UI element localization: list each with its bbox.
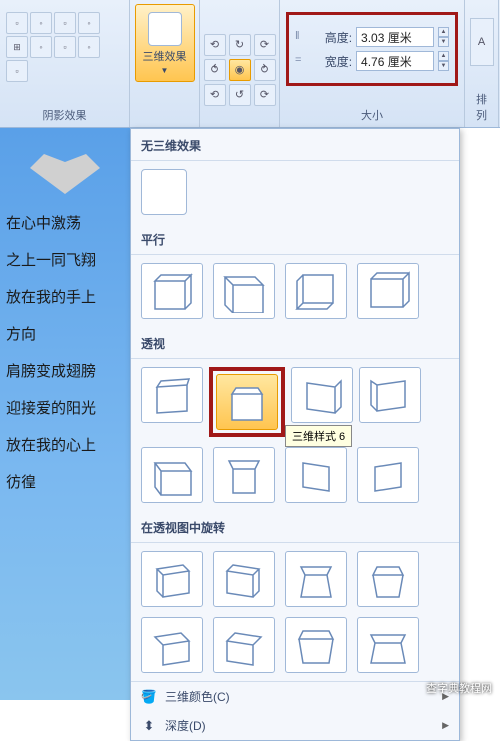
depth-icon: ⬍ bbox=[141, 718, 157, 734]
shadow-btn[interactable]: ◦ bbox=[78, 12, 100, 34]
height-icon: ‖ bbox=[295, 30, 308, 44]
rotate-thumb[interactable] bbox=[141, 551, 203, 607]
heart-shape[interactable] bbox=[30, 154, 100, 194]
shadow-btn[interactable]: ▫ bbox=[54, 36, 76, 58]
rotate-thumb[interactable] bbox=[285, 617, 347, 673]
text-button[interactable]: A bbox=[470, 18, 494, 66]
three-d-label: 三维效果 bbox=[143, 48, 187, 64]
tilt-up-button[interactable]: ⟲ bbox=[204, 34, 226, 56]
section-rotate-persp: 在透视图中旋转 bbox=[131, 511, 459, 543]
group-label: 排列 bbox=[471, 87, 492, 123]
width-icon: = bbox=[295, 54, 308, 68]
thumb-tooltip: 三维样式 6 bbox=[285, 425, 352, 447]
lyric-line: 放在我的心上 bbox=[6, 434, 124, 455]
shadow-buttons: ▫ ◦ ▫ ◦ ⊞ ◦ ▫ ◦ ▫ bbox=[6, 4, 106, 82]
menu-label: 深度(D) bbox=[165, 717, 206, 734]
perspective-highlight-box: 三维样式 6 bbox=[209, 367, 285, 437]
perspective-thumb[interactable] bbox=[141, 447, 203, 503]
tilt-left-button[interactable]: ⥀ bbox=[204, 59, 226, 81]
rotate-grid-2 bbox=[141, 617, 449, 673]
cube-icon bbox=[148, 12, 182, 46]
color-bucket-icon: 🪣 bbox=[141, 689, 157, 705]
shadow-btn[interactable]: ◦ bbox=[30, 36, 52, 58]
perspective-thumb[interactable] bbox=[213, 447, 275, 503]
height-input[interactable] bbox=[356, 27, 434, 47]
three-d-dropdown: 无三维效果 平行 透视 三维样式 6 bbox=[130, 128, 460, 741]
shadow-btn[interactable]: ◦ bbox=[78, 36, 100, 58]
tilt-center-button[interactable]: ◉ bbox=[229, 59, 251, 81]
lyric-line: 方向 bbox=[6, 323, 124, 344]
section-perspective: 透视 bbox=[131, 327, 459, 359]
parallel-thumb[interactable] bbox=[141, 263, 203, 319]
section-parallel: 平行 bbox=[131, 223, 459, 255]
perspective-thumb[interactable] bbox=[359, 367, 421, 423]
perspective-thumb[interactable] bbox=[141, 367, 203, 423]
height-label: 高度: bbox=[312, 29, 352, 46]
lyric-line: 迎接爱的阳光 bbox=[6, 397, 124, 418]
lyric-line: 肩膀变成翅膀 bbox=[6, 360, 124, 381]
width-input[interactable] bbox=[356, 51, 434, 71]
no-3d-thumb[interactable] bbox=[141, 169, 187, 215]
width-spinner[interactable]: ▲▼ bbox=[438, 51, 449, 71]
lyric-line: 之上一同飞翔 bbox=[6, 249, 124, 270]
width-label: 宽度: bbox=[312, 53, 352, 70]
rotate-thumb[interactable] bbox=[357, 551, 419, 607]
shadow-btn[interactable]: ◦ bbox=[30, 12, 52, 34]
chevron-down-icon: ▼ bbox=[161, 66, 169, 75]
three-d-group: 三维效果 ▼ bbox=[130, 0, 200, 127]
group-label: 阴影效果 bbox=[6, 103, 123, 123]
perspective-thumb[interactable] bbox=[285, 447, 347, 503]
parallel-thumb[interactable] bbox=[357, 263, 419, 319]
shadow-btn[interactable]: ▫ bbox=[6, 12, 28, 34]
perspective-row-2 bbox=[141, 447, 449, 503]
parallel-thumb[interactable] bbox=[285, 263, 347, 319]
group-label: 大小 bbox=[286, 103, 458, 123]
watermark: 查字典教程网 bbox=[426, 680, 492, 696]
tilt-button[interactable]: ↻ bbox=[229, 34, 251, 56]
parallel-grid bbox=[141, 263, 449, 319]
lyric-line: 放在我的手上 bbox=[6, 286, 124, 307]
three-d-effects-button[interactable]: 三维效果 ▼ bbox=[135, 4, 195, 82]
tilt-button[interactable]: ⟳ bbox=[254, 84, 276, 106]
rotate-thumb[interactable] bbox=[141, 617, 203, 673]
lyric-line: 彷徨 bbox=[6, 471, 124, 492]
tilt-button[interactable]: ⟳ bbox=[254, 34, 276, 56]
shadow-effects-group: ▫ ◦ ▫ ◦ ⊞ ◦ ▫ ◦ ▫ 阴影效果 bbox=[0, 0, 130, 127]
size-highlight-box: ‖ 高度: ▲▼ = 宽度: ▲▼ bbox=[286, 12, 458, 86]
section-no-3d: 无三维效果 bbox=[131, 129, 459, 161]
rotate-thumb[interactable] bbox=[357, 617, 419, 673]
document-canvas: 在心中激荡 之上一同飞翔 放在我的手上 方向 肩膀变成翅膀 迎接爱的阳光 放在我… bbox=[0, 128, 130, 700]
parallel-thumb[interactable] bbox=[213, 263, 275, 319]
rotate-thumb[interactable] bbox=[285, 551, 347, 607]
height-spinner[interactable]: ▲▼ bbox=[438, 27, 449, 47]
chevron-right-icon: ▶ bbox=[442, 720, 449, 731]
menu-label: 三维颜色(C) bbox=[165, 688, 230, 705]
shadow-btn[interactable]: ▫ bbox=[54, 12, 76, 34]
rotate-group: ⟲ ↻ ⟳ ⥀ ◉ ⥁ ⟲ ↺ ⟳ bbox=[200, 0, 280, 127]
text-group: A 排列 bbox=[465, 0, 499, 127]
tilt-button[interactable]: ⟲ bbox=[204, 84, 226, 106]
shadow-btn[interactable]: ▫ bbox=[6, 60, 28, 82]
three-d-color-menu[interactable]: 🪣 三维颜色(C) ▶ bbox=[131, 682, 459, 711]
lyric-line: 在心中激荡 bbox=[6, 212, 124, 233]
rotate-grid-1 bbox=[141, 551, 449, 607]
tilt-right-button[interactable]: ⥁ bbox=[254, 59, 276, 81]
perspective-thumb-selected[interactable]: 三维样式 6 bbox=[216, 374, 278, 430]
depth-menu[interactable]: ⬍ 深度(D) ▶ bbox=[131, 711, 459, 740]
perspective-row-1: 三维样式 6 bbox=[141, 367, 449, 437]
rotate-thumb[interactable] bbox=[213, 617, 275, 673]
perspective-thumb[interactable] bbox=[291, 367, 353, 423]
dropdown-footer: 🪣 三维颜色(C) ▶ ⬍ 深度(D) ▶ bbox=[131, 681, 459, 740]
perspective-thumb[interactable] bbox=[357, 447, 419, 503]
rotate-thumb[interactable] bbox=[213, 551, 275, 607]
tilt-down-button[interactable]: ↺ bbox=[229, 84, 251, 106]
size-group: ‖ 高度: ▲▼ = 宽度: ▲▼ 大小 bbox=[280, 0, 465, 127]
shadow-btn[interactable]: ⊞ bbox=[6, 36, 28, 58]
